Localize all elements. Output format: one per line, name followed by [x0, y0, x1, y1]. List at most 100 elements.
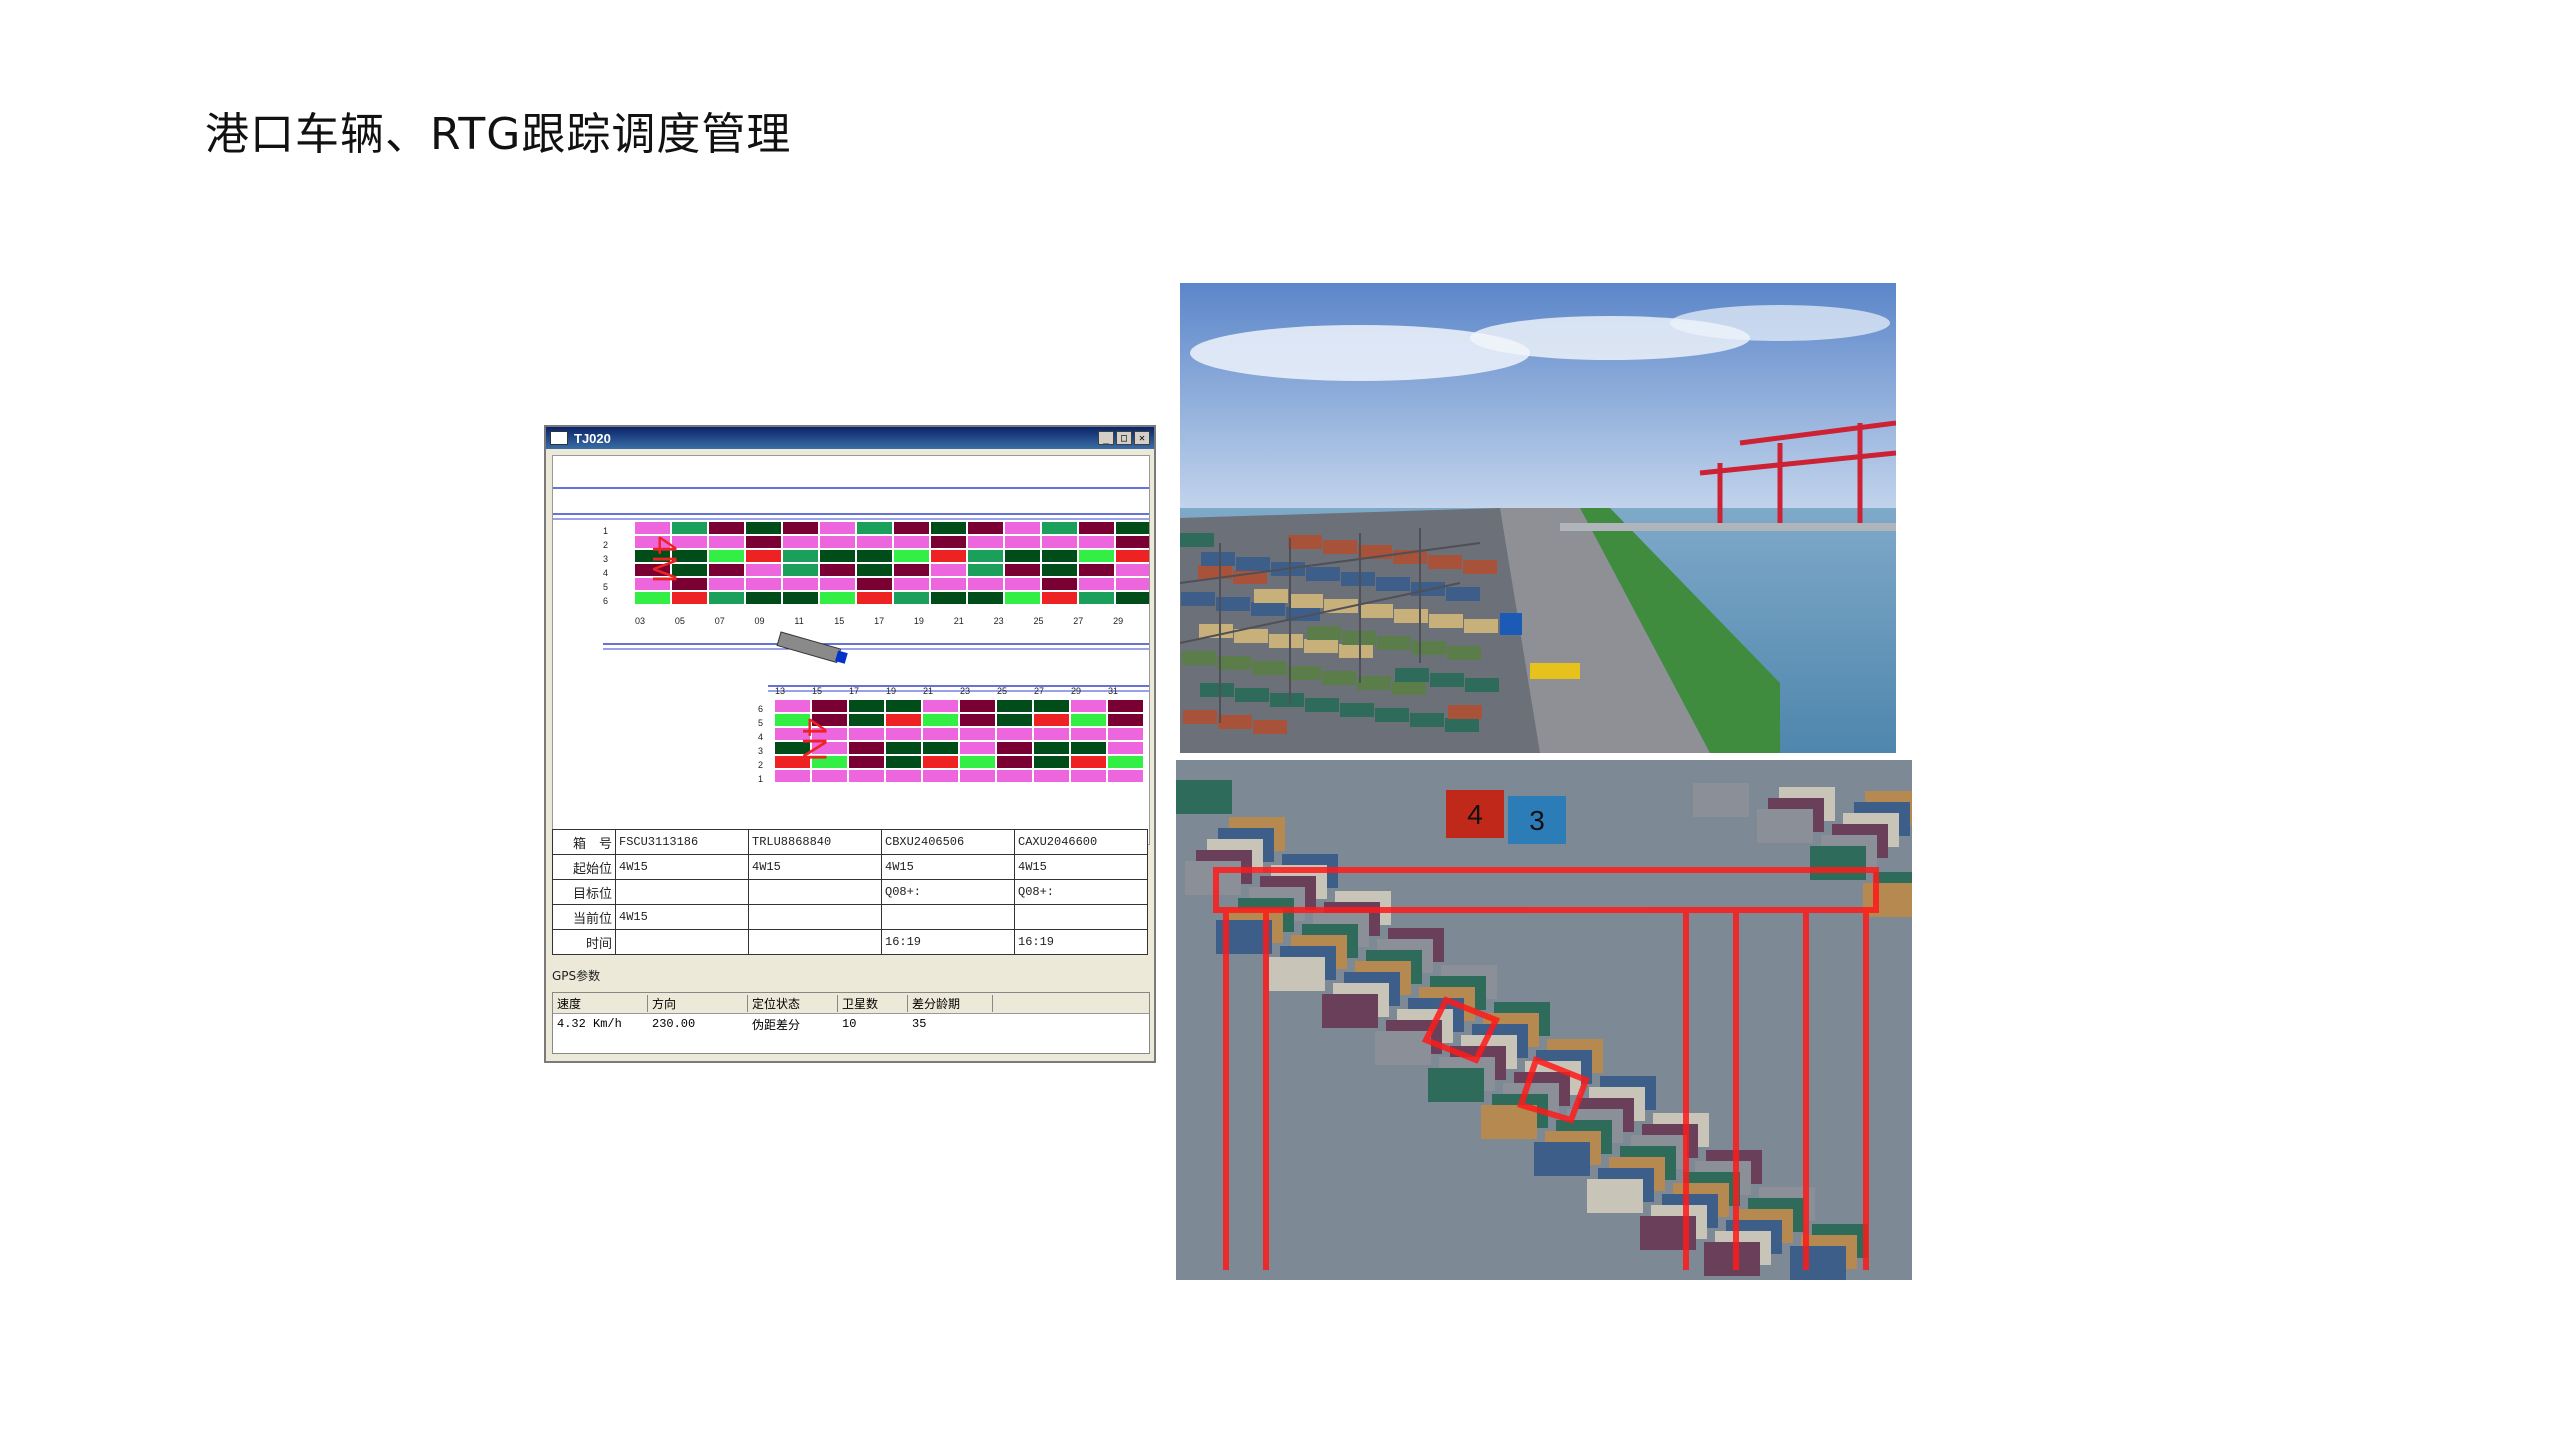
container-box: [1430, 673, 1464, 687]
container-slot: [1108, 770, 1143, 782]
container-box: [1339, 644, 1373, 658]
window-titlebar[interactable]: TJ020 _ □ ✕: [546, 427, 1154, 449]
gps-header-diff-age[interactable]: 差分龄期: [908, 994, 993, 1012]
container-slot: [1071, 700, 1106, 712]
info-cell[interactable]: [1014, 904, 1148, 930]
container-slot: [1034, 770, 1069, 782]
container-slot: [746, 564, 781, 576]
container-slot: [783, 550, 818, 562]
info-cell[interactable]: [881, 904, 1015, 930]
container-slot: [746, 522, 781, 534]
container-slot: [923, 770, 958, 782]
container-slot: [1116, 536, 1149, 548]
info-cell[interactable]: FSCU3113186: [615, 829, 749, 855]
container-slot: [1005, 536, 1040, 548]
maximize-button[interactable]: □: [1116, 431, 1132, 445]
container-box: [1252, 661, 1286, 675]
container-box: [1395, 668, 1429, 682]
container-box: [1216, 597, 1250, 611]
container-box: [1693, 783, 1749, 817]
container-slot: [894, 564, 929, 576]
container-slot: [923, 728, 958, 740]
container-box: [1183, 710, 1217, 724]
container-box: [1269, 634, 1303, 648]
container-slot: [923, 700, 958, 712]
container-slot: [1116, 578, 1149, 590]
info-cell[interactable]: [748, 929, 882, 955]
container-slot: [857, 564, 892, 576]
container-slot: [1005, 564, 1040, 576]
container-slot: [960, 700, 995, 712]
info-cell[interactable]: 4W15: [881, 854, 1015, 880]
container-box: [1270, 693, 1304, 707]
row-label: 3: [603, 554, 608, 564]
container-slot: [968, 578, 1003, 590]
container-slot: [857, 536, 892, 548]
info-row-label: 箱 号: [552, 829, 616, 855]
row-label: 2: [758, 760, 763, 770]
info-cell[interactable]: 4W15: [748, 854, 882, 880]
bay-label: 17: [849, 686, 859, 696]
container-slot: [923, 756, 958, 768]
container-box: [1287, 666, 1321, 680]
yard-block-4m: 12345603 05 07 09 11 15 17 19 21 23 25 27 29: [603, 522, 1149, 626]
info-cell[interactable]: [615, 879, 749, 905]
yard-map-canvas[interactable]: 1 2 3 4 5 6 03 05 07 09 11 15 17 19 21 23 25 27 29 6543211…: [552, 455, 1150, 845]
container-box: [1394, 609, 1428, 623]
container-slot: [1108, 700, 1143, 712]
container-slot: [1042, 592, 1077, 604]
info-cell[interactable]: [748, 879, 882, 905]
info-cell[interactable]: TRLU8868840: [748, 829, 882, 855]
info-cell[interactable]: [748, 904, 882, 930]
container-slot: [812, 770, 847, 782]
container-slot: [1079, 592, 1114, 604]
container-slot: [1116, 550, 1149, 562]
container-box: [1445, 718, 1479, 732]
info-cell[interactable]: 16:19: [1014, 929, 1148, 955]
container-slot: [635, 592, 670, 604]
container-box: [1392, 681, 1426, 695]
container-slot: [960, 742, 995, 754]
info-cell[interactable]: 4W15: [615, 854, 749, 880]
container-slot: [635, 522, 670, 534]
minimize-button[interactable]: _: [1098, 431, 1114, 445]
gps-header-fix-status[interactable]: 定位状态: [748, 994, 838, 1012]
container-slot: [857, 550, 892, 562]
container-slot: [886, 756, 921, 768]
info-cell[interactable]: 16:19: [881, 929, 1015, 955]
info-cell[interactable]: Q08+:: [1014, 879, 1148, 905]
close-button[interactable]: ✕: [1134, 431, 1150, 445]
info-cell[interactable]: CBXU2406506: [881, 829, 1015, 855]
info-cell[interactable]: [615, 929, 749, 955]
row-label: 1: [603, 526, 608, 536]
container-slot: [857, 592, 892, 604]
container-slot: [849, 728, 884, 740]
container-box: [1376, 577, 1410, 591]
container-box: [1306, 567, 1340, 581]
block-label-4n: 4N: [795, 718, 833, 761]
gps-header-direction[interactable]: 方向: [648, 994, 748, 1012]
rtg-tracking-view: 4 3: [1176, 760, 1912, 1280]
info-cell[interactable]: Q08+:: [881, 879, 1015, 905]
gps-value-row[interactable]: 4.32 Km/h 230.00 伪距差分 10 35: [553, 1014, 1149, 1034]
bay-label: 19: [886, 686, 896, 696]
bay-label: 31: [1108, 686, 1118, 696]
container-slot: [820, 522, 855, 534]
row-label: 3: [758, 746, 763, 756]
info-cell[interactable]: CAXU2046600: [1014, 829, 1148, 855]
container-slot: [812, 700, 847, 712]
container-box: [1377, 636, 1411, 650]
container-slot: [1116, 564, 1149, 576]
bay-label: 15: [812, 686, 822, 696]
container-box: [1357, 676, 1391, 690]
bay-label: 15: [834, 616, 844, 626]
info-cell[interactable]: 4W15: [1014, 854, 1148, 880]
gps-header-speed[interactable]: 速度: [553, 994, 648, 1012]
container-slot: [1079, 536, 1114, 548]
gps-header-satellites[interactable]: 卫星数: [838, 994, 908, 1012]
info-cell[interactable]: 4W15: [615, 904, 749, 930]
container-slot: [1079, 578, 1114, 590]
container-slot: [775, 770, 810, 782]
container-box: [1428, 1068, 1484, 1102]
container-box: [1341, 572, 1375, 586]
